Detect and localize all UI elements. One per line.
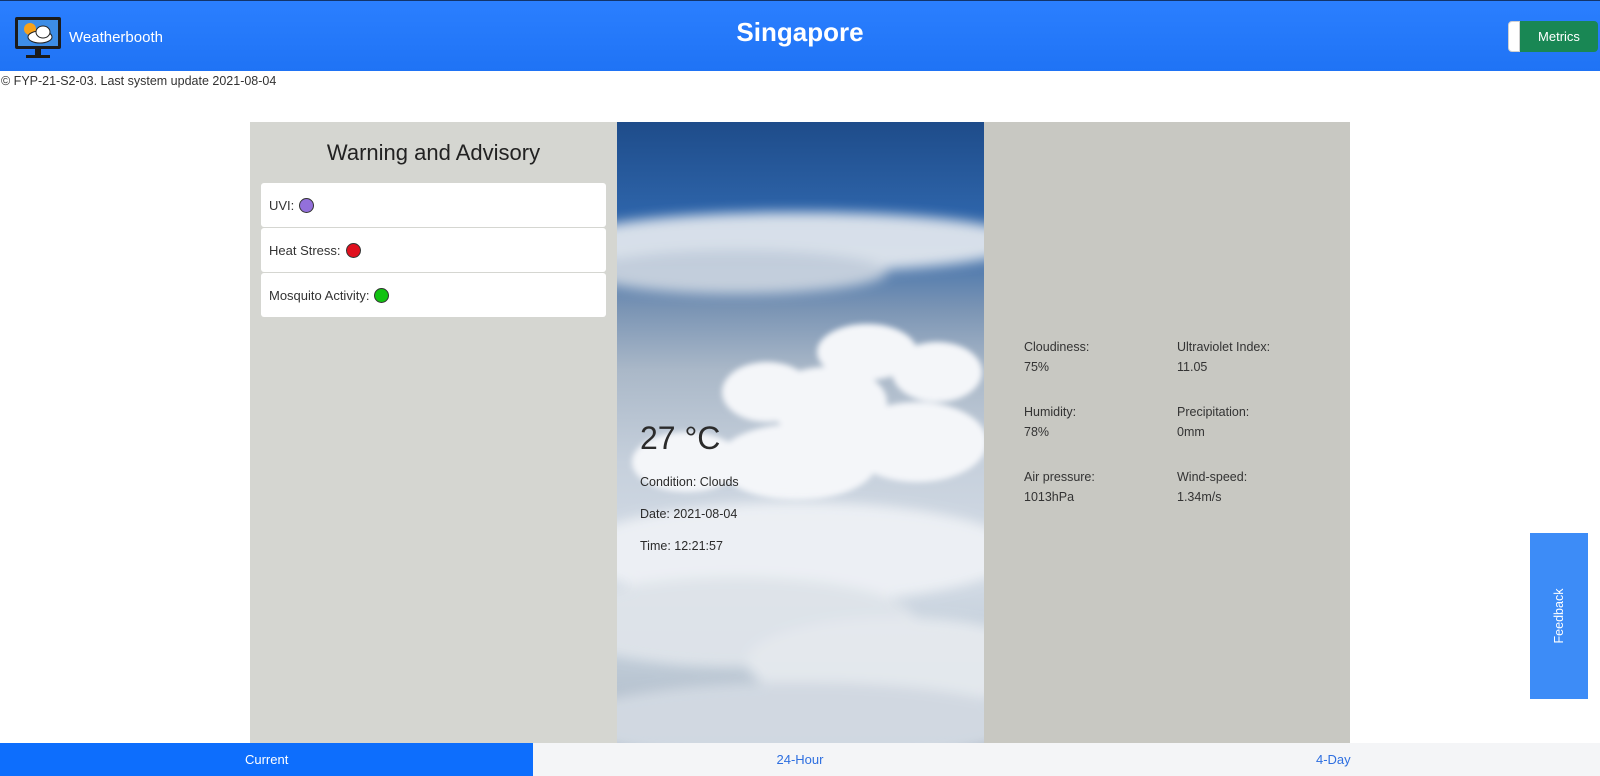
metric-label: Precipitation: [1177, 405, 1250, 419]
current-weather-panel: 27 °C Condition: Clouds Date: 2021-08-04… [617, 122, 984, 743]
date-text: Date: 2021-08-04 [640, 507, 738, 521]
advisory-list: UVI: Heat Stress: Mosquito Activity: [261, 183, 606, 318]
advisory-item-mosquito-activity: Mosquito Activity: [261, 273, 606, 317]
metric-label: Wind-speed: [1177, 470, 1248, 484]
advisory-item-heat-stress: Heat Stress: [261, 228, 606, 272]
metrics-button[interactable]: Metrics [1520, 21, 1598, 52]
advisory-title: Warning and Advisory [326, 140, 541, 165]
metric-value: 78% [1024, 425, 1050, 439]
copyright-note: © FYP-21-S2-03. Last system update 2021-… [1, 74, 277, 88]
metric-value: 11.05 [1177, 360, 1208, 374]
tab-current[interactable]: Current [0, 743, 534, 776]
metric-precipitation: Precipitation: 0mm [1177, 402, 1249, 442]
metric-value: 75% [1024, 360, 1050, 374]
advisory-label: Mosquito Activity: [269, 287, 370, 303]
mosquito-status-indicator [374, 287, 390, 303]
metric-label: Air pressure: [1024, 470, 1095, 484]
page-title: Singapore [736, 17, 864, 47]
metric-cloudiness: Cloudiness: 75% [1024, 337, 1089, 377]
metric-label: Humidity: [1024, 405, 1077, 419]
metric-value: 1.34m/s [1177, 490, 1222, 504]
metrics-panel: Cloudiness: 75% Ultraviolet Index: 11.05… [984, 122, 1350, 743]
metric-value: 0mm [1177, 425, 1205, 439]
condition-text: Condition: Clouds [640, 475, 739, 489]
metric-value: 1013hPa [1024, 490, 1075, 504]
current-conditions: 27 °C Condition: Clouds Date: 2021-08-04… [640, 420, 739, 571]
advisory-label: UVI: [269, 197, 295, 213]
metrics-toggle[interactable] [1508, 21, 1520, 52]
temperature-value: 27 °C [640, 420, 721, 456]
heat-stress-status-indicator [345, 242, 361, 258]
top-navbar: Weatherbooth Singapore Metrics [0, 0, 1600, 71]
metric-uv-index: Ultraviolet Index: 11.05 [1177, 337, 1270, 377]
advisory-item-uvi: UVI: [261, 183, 606, 227]
metric-label: Ultraviolet Index: [1177, 340, 1271, 354]
metric-humidity: Humidity: 78% [1024, 402, 1076, 442]
tab-4-day[interactable]: 4-Day [1067, 743, 1600, 776]
feedback-label: Feedback [1552, 588, 1566, 644]
metric-wind-speed: Wind-speed: 1.34m/s [1177, 467, 1247, 507]
metrics-control: Metrics [1508, 21, 1598, 52]
forecast-tabs: Current 24-Hour 4-Day [0, 743, 1600, 776]
advisory-panel: Warning and Advisory UVI: Heat Stress: M… [250, 122, 617, 743]
feedback-button[interactable]: Feedback [1530, 533, 1588, 699]
metric-air-pressure: Air pressure: 1013hPa [1024, 467, 1095, 507]
metric-label: Cloudiness: [1024, 340, 1090, 354]
time-text: Time: 12:21:57 [640, 539, 723, 553]
uvi-status-indicator [299, 197, 315, 213]
advisory-label: Heat Stress: [269, 242, 341, 258]
tab-24-hour[interactable]: 24-Hour [533, 743, 1066, 776]
